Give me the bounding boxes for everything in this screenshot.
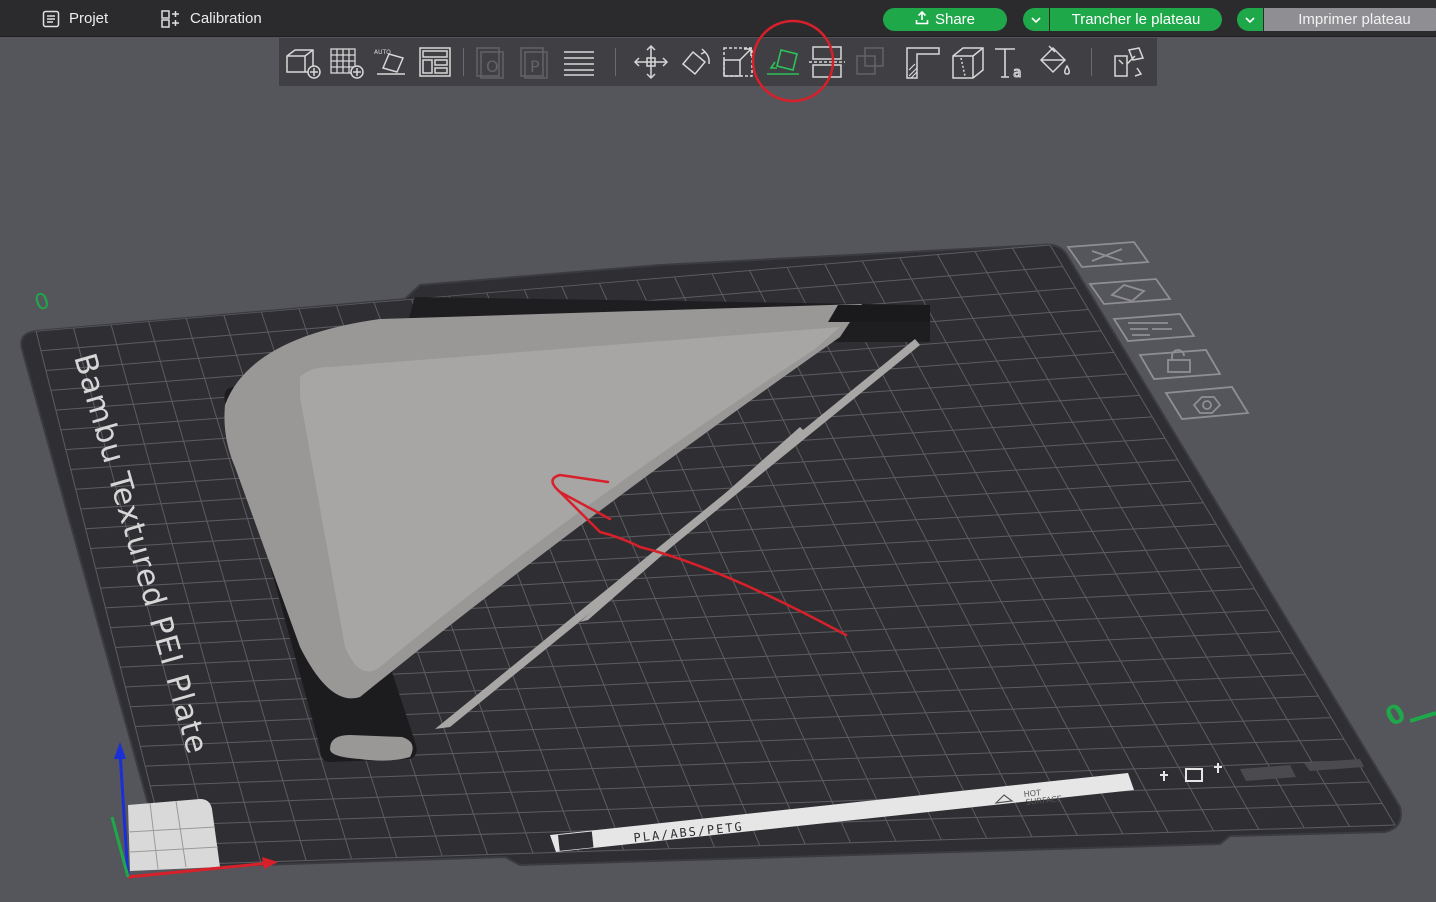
split-objects-icon[interactable]: O [471,43,511,81]
menu-project[interactable]: Projet [42,0,108,37]
toolbar-separator [463,48,464,76]
project-icon [42,10,60,28]
add-plate-icon[interactable] [327,43,367,81]
toolbar-separator [1091,48,1092,76]
print-options-dropdown[interactable] [1237,8,1263,31]
svg-text:P: P [530,57,540,76]
axis-label-x: 0 [1381,698,1412,733]
add-object-icon[interactable] [283,43,323,81]
lock-plate-icon[interactable] [1138,349,1222,380]
auto-orient-plate-icon[interactable] [1088,278,1172,305]
toolbar-separator [615,48,616,76]
share-label: Share [934,11,976,28]
menu-calibration-label: Calibration [190,10,262,27]
upload-icon [915,10,929,29]
3d-viewport[interactable]: Bambu Textured PEI Plate PLA/ABS/PETG HO… [0,87,1436,902]
color-painting-icon[interactable] [1035,43,1075,81]
print-plate-button[interactable]: Imprimer plateau [1264,8,1436,31]
axis-label-y: 0 [32,288,54,316]
slice-plate-split-button: Trancher le plateau [1023,8,1222,31]
scale-icon[interactable] [719,43,759,81]
chevron-down-icon [1245,11,1255,29]
menu-project-label: Projet [69,10,109,27]
arrange-plate-icon[interactable] [1112,313,1196,342]
menu-calibration[interactable]: Calibration [161,0,262,37]
support-painting-icon[interactable] [903,43,943,81]
text-icon[interactable]: a [991,43,1031,81]
close-plate-icon[interactable] [1066,241,1150,268]
svg-text:a: a [1013,65,1022,80]
plate-settings-icon[interactable] [1164,386,1250,420]
arrange-icon[interactable] [415,43,455,81]
share-button[interactable]: Share [883,8,1007,31]
auto-orient-icon[interactable]: AUTO [371,43,411,81]
assembly-view-icon[interactable] [1109,43,1149,81]
mesh-boolean-icon[interactable] [851,43,891,81]
cut-icon[interactable] [807,43,847,81]
chevron-down-icon [1031,11,1041,29]
lay-on-face-icon[interactable] [763,43,803,81]
split-parts-icon[interactable]: P [515,43,555,81]
main-toolbar: AUTO O P a [279,38,1157,86]
slice-options-dropdown[interactable] [1023,8,1049,31]
move-icon[interactable] [631,43,671,81]
calibration-icon [161,9,181,28]
variable-layer-height-icon[interactable] [559,43,599,81]
scene-canvas: Bambu Textured PEI Plate PLA/ABS/PETG HO… [20,241,1436,879]
print-plate-split-button: Imprimer plateau [1237,8,1436,31]
top-menu-bar: Projet Calibration Share Trancher le pla… [0,0,1436,37]
slice-plate-button[interactable]: Trancher le plateau [1050,8,1222,31]
svg-text:O: O [486,57,499,76]
seam-painting-icon[interactable] [947,43,987,81]
rotate-icon[interactable] [675,43,715,81]
